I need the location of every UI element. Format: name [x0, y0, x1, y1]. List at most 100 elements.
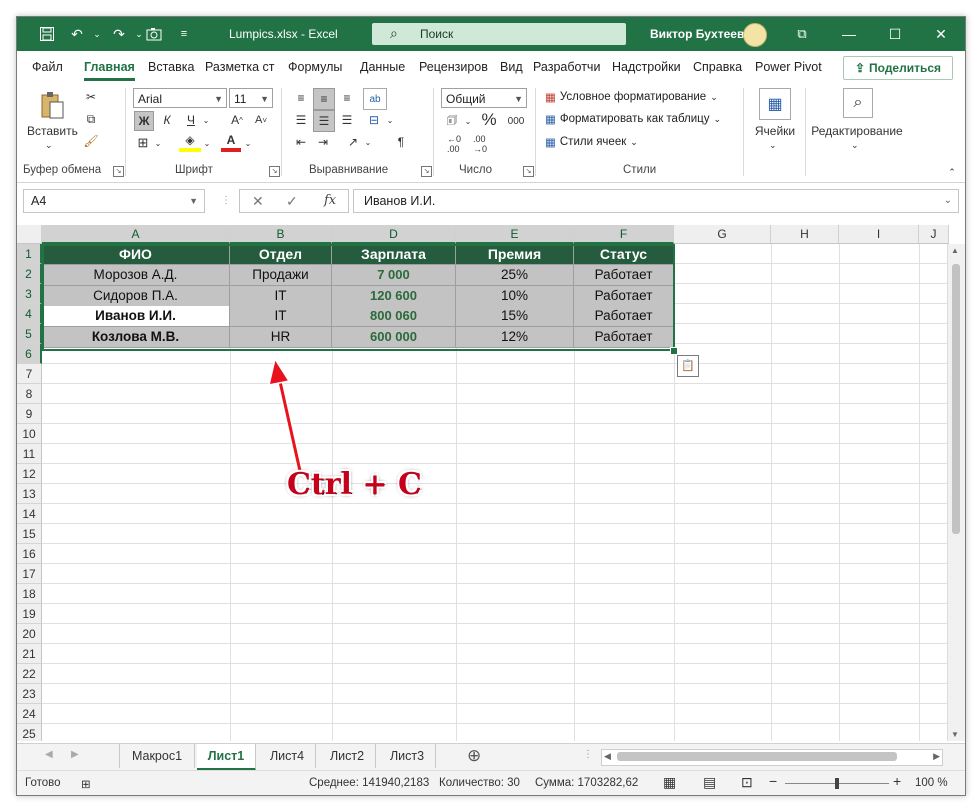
font-launcher-icon[interactable]: ↘ — [269, 166, 280, 177]
tab-help[interactable]: Справка — [693, 60, 742, 74]
shrink-font-icon[interactable]: A ˅ — [251, 111, 271, 129]
tab-formulas[interactable]: Формулы — [288, 60, 342, 74]
zoom-out-icon[interactable]: − — [769, 773, 777, 789]
undo-icon[interactable]: ↶ — [67, 24, 87, 44]
sheet-tab-list4[interactable]: Лист4 — [259, 744, 316, 768]
conditional-formatting-button[interactable]: ▦ Условное форматирование ⌄ — [545, 90, 718, 104]
editing-label[interactable]: Редактирование — [811, 124, 903, 138]
normal-view-icon[interactable]: ▦ — [663, 774, 676, 791]
accessibility-icon[interactable]: ⊞ — [81, 777, 91, 791]
tab-addins[interactable]: Надстройки — [612, 60, 681, 74]
tab-developer[interactable]: Разработчи — [533, 60, 600, 74]
scroll-thumb[interactable] — [952, 264, 960, 534]
scroll-down-icon[interactable]: ▼ — [951, 730, 959, 739]
sheet-tab-list2[interactable]: Лист2 — [319, 744, 376, 768]
format-painter-icon[interactable]: 🖌 — [81, 132, 101, 150]
increase-decimal-icon[interactable]: ←0.00 — [443, 134, 465, 154]
wrap-text-icon[interactable]: ab — [363, 88, 387, 110]
fill-color-icon[interactable]: ◈ — [179, 132, 201, 152]
merge-center-icon[interactable]: ⊟ — [363, 110, 385, 130]
alignment-launcher-icon[interactable]: ↘ — [421, 166, 432, 177]
italic-button[interactable]: К — [158, 111, 176, 129]
tab-file[interactable]: Файл — [32, 60, 63, 74]
worksheet-grid[interactable]: A B D E F G H I J 1 2 3 4 5 6 7 8 9 10 11 12 13 14 15 1… — [17, 225, 965, 741]
paste-icon[interactable] — [37, 88, 67, 122]
minimize-icon[interactable]: — — [829, 17, 869, 51]
paste-label[interactable]: Вставить — [27, 124, 78, 138]
ribbon-display-icon[interactable]: ⧉ — [782, 17, 822, 51]
format-as-table-button[interactable]: ▦ Форматировать как таблицу ⌄ — [545, 112, 721, 126]
customize-toolbar-icon[interactable]: ≡ — [174, 24, 194, 44]
zoom-level[interactable]: 100 % — [915, 777, 948, 789]
share-button[interactable]: ⇪ Поделиться — [843, 56, 953, 80]
tab-power-pivot[interactable]: Power Pivot — [755, 60, 822, 74]
underline-button[interactable]: Ч — [182, 111, 200, 129]
formula-input[interactable]: Иванов И.И. ⌄ — [353, 189, 959, 213]
scroll-right-icon[interactable]: ▶ — [933, 751, 940, 762]
chevron-down-icon[interactable]: ⌄ — [944, 190, 952, 212]
align-middle-icon[interactable]: ≡ — [313, 88, 335, 110]
collapse-ribbon-icon[interactable]: ⌃ — [945, 166, 959, 178]
sheet-tab-macro1[interactable]: Макрос1 — [119, 744, 195, 768]
scroll-up-icon[interactable]: ▲ — [951, 246, 959, 255]
page-break-view-icon[interactable]: ⊡ — [741, 774, 753, 791]
enter-icon[interactable]: ✓ — [286, 193, 298, 210]
copy-icon[interactable]: ⧉ — [81, 110, 101, 128]
horizontal-scroll-thumb[interactable] — [617, 752, 897, 761]
grow-font-icon[interactable]: A ^ — [227, 111, 247, 129]
increase-indent-icon[interactable]: ⇥ — [313, 132, 333, 152]
cell-styles-button[interactable]: ▦ Стили ячеек ⌄ — [545, 135, 638, 149]
text-direction-icon[interactable]: ¶ — [391, 132, 411, 152]
scroll-left-icon[interactable]: ◀ — [604, 751, 611, 762]
align-bottom-icon[interactable]: ≡ — [337, 88, 357, 108]
avatar[interactable] — [743, 23, 767, 47]
camera-icon[interactable] — [144, 24, 164, 44]
tab-insert[interactable]: Вставка — [148, 60, 194, 74]
status-sum[interactable]: Сумма: 1703282,62 — [535, 777, 638, 789]
maximize-icon[interactable]: ☐ — [875, 17, 915, 51]
search-box[interactable]: ⌕ Поиск — [372, 23, 626, 45]
align-center-icon[interactable]: ☰ — [313, 110, 335, 132]
zoom-in-icon[interactable]: + — [893, 773, 901, 789]
cells-label[interactable]: Ячейки — [751, 124, 799, 138]
number-format-select[interactable]: Общий ▼ — [441, 88, 527, 108]
cells-icon[interactable]: ▦ — [759, 88, 791, 120]
tab-home[interactable]: Главная — [84, 60, 135, 81]
font-name-select[interactable]: Arial ▼ — [133, 88, 227, 108]
currency-icon[interactable]: 🗊 — [441, 111, 463, 131]
find-icon[interactable]: ⌕ — [843, 88, 873, 118]
chevron-down-icon[interactable]: ⌄ — [202, 134, 212, 152]
tab-page-layout[interactable]: Разметка ст — [205, 60, 274, 74]
cut-icon[interactable]: ✂ — [81, 88, 101, 106]
insert-function-button[interactable]: fx — [324, 193, 336, 208]
page-layout-view-icon[interactable]: ▤ — [703, 774, 716, 791]
tab-data[interactable]: Данные — [360, 60, 405, 74]
chevron-down-icon[interactable]: ⌄ — [201, 111, 211, 129]
chevron-down-icon[interactable]: ⌄ — [769, 140, 777, 151]
sheet-tab-list1[interactable]: Лист1 — [197, 744, 256, 771]
borders-icon[interactable]: ⊞ — [134, 134, 152, 152]
chevron-down-icon[interactable]: ⌄ — [385, 110, 395, 130]
save-icon[interactable] — [37, 24, 57, 44]
decrease-decimal-icon[interactable]: .00 →0 — [469, 134, 491, 154]
undo-dropdown-icon[interactable]: ⌄ — [87, 24, 107, 44]
close-icon[interactable]: ✕ — [921, 17, 961, 51]
align-right-icon[interactable]: ☰ — [337, 110, 357, 130]
zoom-slider-knob[interactable] — [835, 778, 839, 789]
tab-review[interactable]: Рецензиров — [419, 60, 488, 74]
name-box[interactable]: A4 ▼ — [23, 189, 205, 213]
status-count[interactable]: Количество: 30 — [439, 777, 520, 789]
clipboard-launcher-icon[interactable]: ↘ — [113, 166, 124, 177]
tab-split-icon[interactable]: ⋮ — [583, 749, 593, 760]
chevron-down-icon[interactable]: ⌄ — [153, 134, 163, 152]
user-name[interactable]: Виктор Бухтеев — [650, 27, 744, 41]
sheet-tab-list3[interactable]: Лист3 — [379, 744, 436, 768]
horizontal-scrollbar[interactable]: ◀ ▶ — [601, 749, 943, 766]
tab-view[interactable]: Вид — [500, 60, 523, 74]
add-sheet-icon[interactable]: ⊕ — [467, 746, 481, 766]
thousands-button[interactable]: 000 — [505, 111, 527, 131]
chevron-down-icon[interactable]: ⌄ — [243, 134, 253, 152]
prev-sheet-icon[interactable]: ◀ — [45, 749, 53, 760]
redo-icon[interactable]: ↷ — [109, 24, 129, 44]
next-sheet-icon[interactable]: ▶ — [71, 749, 79, 760]
